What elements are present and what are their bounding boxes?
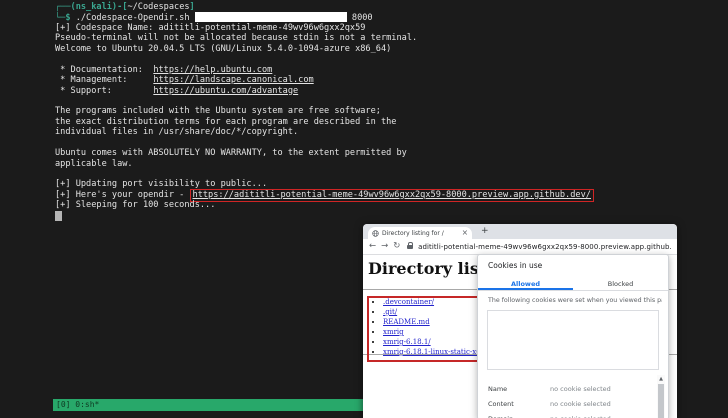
new-tab-button[interactable]: + (481, 226, 489, 236)
browser-tab[interactable]: Directory listing for / × (368, 227, 472, 239)
terminal-line: the exact distribution terms for each pr… (55, 116, 397, 127)
screen: ┌──(ns_kali)-[~/Codespaces] └─$ ./Codesp… (0, 0, 728, 418)
terminal-line: [+] Codespace Name: adititli-potential-m… (55, 22, 366, 33)
selected-text-block (194, 12, 347, 23)
terminal-line: * Documentation: https://help.ubuntu.com (55, 65, 675, 75)
directory-annotation-box (367, 296, 483, 362)
opendir-url-link[interactable]: https://adititli-potential-meme-49wv96w6… (193, 190, 591, 200)
scroll-up-icon[interactable]: ▲ (657, 375, 665, 383)
tab-title: Directory listing for / (382, 229, 444, 237)
forward-icon[interactable]: → (381, 242, 388, 251)
cookies-panel-tabs: Allowed Blocked (478, 278, 668, 291)
terminal-line: [+] Sleeping for 100 seconds... (55, 200, 216, 211)
field-value: no cookie selected (550, 415, 611, 418)
terminal-line: Ubuntu comes with ABSOLUTELY NO WARRANTY… (55, 148, 407, 159)
scrollbar-thumb[interactable] (658, 384, 664, 418)
opendir-label: [+] Here's your opendir - (55, 189, 190, 200)
command-port-arg: 8000 (346, 13, 373, 24)
terminal-line: individual files in /usr/share/doc/*/cop… (55, 127, 299, 138)
reload-icon[interactable]: ↻ (393, 242, 400, 251)
page-content: Directory listing for / .devcontainer/ .… (363, 254, 677, 418)
prompt-dollar: └─$ (55, 13, 71, 24)
browser-url-bar: ← → ↻ adititli-potential-meme-49wv96w6gx… (363, 239, 677, 255)
terminal-line: applicable law. (55, 158, 133, 169)
command-text: ./Codespace-Opendir.sh (70, 13, 195, 24)
motd-support-link[interactable]: https://ubuntu.com/advantage (153, 86, 298, 96)
tab-allowed[interactable]: Allowed (478, 278, 573, 290)
terminal-cursor-line (55, 210, 675, 221)
field-label: Content (488, 399, 514, 408)
cookie-field-row: Name no cookie selected (478, 381, 654, 396)
globe-icon (372, 229, 379, 237)
cookies-list-box[interactable] (487, 310, 659, 370)
tmux-status-bar: [0] 0:sh* (53, 399, 363, 411)
terminal-prompt-line-1: ┌──(ns_kali)-[~/Codespaces] (55, 2, 675, 12)
motd-mgmt-label: * Management: (55, 75, 154, 86)
field-label: Name (488, 384, 508, 393)
terminal-window: ┌──(ns_kali)-[~/Codespaces] └─$ ./Codesp… (55, 2, 675, 221)
prompt-user-host: ns_kali (75, 2, 112, 12)
terminal-line: The programs included with the Ubuntu sy… (55, 106, 381, 117)
prompt-bracket: ┌──( (55, 2, 76, 12)
cookies-description: The following cookies were set when you … (488, 297, 662, 304)
terminal-command-line: └─$ ./Codespace-Opendir.sh 8000 (55, 12, 675, 24)
terminal-line: * Support: https://ubuntu.com/advantage (55, 86, 675, 96)
lock-icon[interactable] (407, 242, 414, 250)
terminal-opendir-line: [+] Here's your opendir - https://aditit… (55, 188, 675, 202)
terminal-line: Pseudo-terminal will not be allocated be… (55, 33, 418, 44)
terminal-line: Welcome to Ubuntu 20.04.5 LTS (GNU/Linux… (55, 43, 392, 54)
cookie-field-row: Content no cookie selected (478, 396, 654, 411)
cookies-panel-title: Cookies in use (488, 261, 543, 270)
terminal-line: * Management: https://landscape.canonica… (55, 75, 675, 85)
prompt-path: ~/Codespaces (127, 2, 190, 12)
back-icon[interactable]: ← (369, 242, 376, 251)
prompt-bracket: ] (189, 2, 195, 12)
cookies-in-use-panel: Cookies in use Allowed Blocked The follo… (477, 254, 669, 418)
tab-close-icon[interactable]: × (462, 229, 468, 237)
motd-doc-label: * Documentation: (55, 64, 154, 75)
prompt-bracket: )-[ (111, 2, 128, 12)
motd-mgmt-link[interactable]: https://landscape.canonical.com (153, 75, 313, 85)
field-label: Domain (488, 415, 550, 418)
cookie-detail-fields: Name no cookie selected Content no cooki… (478, 381, 654, 418)
url-field[interactable]: adititli-potential-meme-49wv96w6gxx2qx59… (418, 243, 671, 251)
field-value: no cookie selected (550, 399, 611, 408)
terminal-cursor (55, 210, 62, 221)
motd-doc-link[interactable]: https://help.ubuntu.com (153, 65, 272, 75)
scrollbar[interactable]: ▲ (657, 375, 665, 418)
browser-tab-bar: Directory listing for / × + (363, 224, 677, 239)
tab-blocked[interactable]: Blocked (573, 278, 668, 290)
browser-window: Directory listing for / × + ← → ↻ aditit… (363, 224, 677, 418)
field-value: no cookie selected (550, 384, 611, 393)
opendir-url-annotation-box: https://adititli-potential-meme-49wv96w6… (189, 188, 594, 202)
cookie-field-row: Domain no cookie selected (478, 411, 654, 418)
motd-support-label: * Support: (55, 85, 154, 96)
